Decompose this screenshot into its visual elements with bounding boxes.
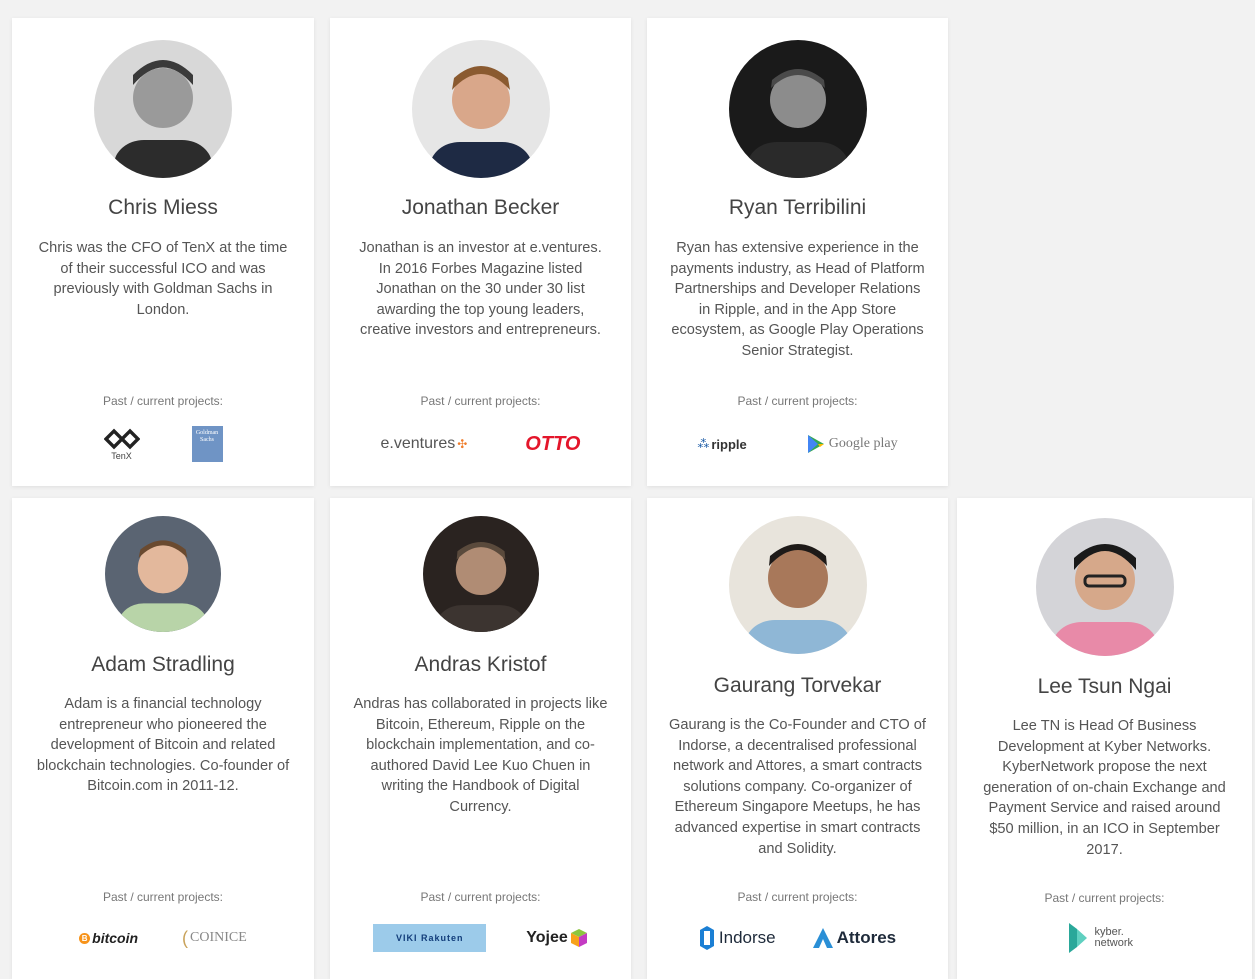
- yojee-logo-icon[interactable]: Yojee: [526, 928, 588, 948]
- team-card-gaurang-torvekar: Gaurang Torvekar Gaurang is the Co-Found…: [647, 498, 948, 979]
- member-bio: Andras has collaborated in projects like…: [353, 696, 608, 815]
- yojee-logo-label: Yojee: [526, 929, 568, 946]
- member-name: Andras Kristof: [414, 653, 547, 676]
- goldman-sachs-logo-label: Goldman Sachs: [191, 426, 223, 462]
- projects-label: Past / current projects:: [102, 394, 224, 408]
- member-bio: Gaurang is the Co-Founder and CTO of Ind…: [669, 717, 926, 857]
- team-card-chris-miess: Chris Miess Chris was the CFO of TenX at…: [12, 18, 314, 486]
- member-name: Jonathan Becker: [401, 196, 560, 219]
- team-card-adam-stradling: Adam Stradling Adam is a financial techn…: [12, 498, 314, 979]
- bitcoin-logo-label: bitcoin: [92, 930, 139, 946]
- member-name: Gaurang Torvekar: [713, 674, 882, 697]
- bitcoin-coin-icon: B: [79, 932, 91, 944]
- projects-label: Past / current projects:: [1044, 891, 1165, 905]
- coinice-logo-icon[interactable]: ( COINICE: [182, 928, 247, 949]
- indorse-shield-icon: [699, 926, 714, 950]
- member-name: Lee Tsun Ngai: [1037, 675, 1172, 698]
- ripple-logo-icon[interactable]: ⁂ ripple: [697, 437, 746, 452]
- viki-logo-label: VIKI Rakuten: [373, 924, 487, 952]
- team-card-andras-kristof: Andras Kristof Andras has collaborated i…: [330, 498, 631, 979]
- team-card-ryan-terribilini: Ryan Terribilini Ryan has extensive expe…: [647, 18, 948, 486]
- member-bio: Lee TN is Head Of Business Development a…: [983, 718, 1226, 858]
- member-name: Adam Stradling: [91, 653, 235, 676]
- avatar: [422, 516, 539, 632]
- projects-label: Past / current projects:: [420, 394, 541, 408]
- tenx-logo-label: TenX: [111, 451, 132, 461]
- attores-mark-icon: [812, 928, 833, 948]
- project-logos: VIKI Rakuten Yojee: [330, 916, 631, 960]
- coinice-mark-icon: (: [182, 927, 189, 948]
- indorse-logo-icon[interactable]: Indorse: [699, 925, 776, 951]
- eventures-dots-icon: ✣: [457, 437, 468, 451]
- member-bio: Ryan has extensive experience in the pay…: [670, 240, 925, 359]
- google-play-logo-label: Google play: [828, 436, 898, 451]
- project-logos: e.ventures ✣ OTTO: [330, 422, 631, 466]
- eventures-logo-label: e.ventures: [380, 435, 456, 452]
- attores-logo-icon[interactable]: Attores: [812, 927, 897, 949]
- indorse-logo-label: Indorse: [718, 928, 776, 947]
- member-bio: Jonathan is an investor at e.ventures. I…: [359, 240, 602, 339]
- projects-label: Past / current projects:: [102, 890, 224, 904]
- bitcoin-logo-icon[interactable]: B bitcoin: [79, 930, 138, 946]
- member-bio: Adam is a financial technology entrepren…: [36, 696, 290, 795]
- project-logos: kyber. network: [957, 916, 1252, 960]
- viki-logo-icon[interactable]: VIKI Rakuten: [373, 924, 487, 952]
- yojee-cube-icon: [570, 929, 587, 947]
- projects-label: Past / current projects:: [420, 890, 541, 904]
- attores-logo-label: Attores: [836, 928, 897, 947]
- avatar: [411, 40, 550, 178]
- projects-label: Past / current projects:: [737, 890, 858, 904]
- ripple-mark-icon: ⁂: [697, 437, 710, 451]
- otto-logo-label: OTTO: [525, 432, 581, 455]
- kyber-network-logo-label: kyber. network: [1094, 926, 1134, 949]
- ripple-logo-label: ripple: [711, 436, 747, 452]
- team-card-lee-tsun-ngai: Lee Tsun Ngai Lee TN is Head Of Business…: [957, 498, 1252, 979]
- coinice-logo-label: COINICE: [190, 930, 247, 945]
- avatar: [728, 516, 867, 654]
- team-card-jonathan-becker: Jonathan Becker Jonathan is an investor …: [330, 18, 631, 486]
- play-triangle-icon: [807, 435, 824, 453]
- kyber-mark-icon: [1068, 923, 1087, 953]
- member-bio: Chris was the CFO of TenX at the time of…: [38, 240, 288, 318]
- otto-logo-icon[interactable]: OTTO: [525, 433, 580, 456]
- avatar: [728, 40, 867, 178]
- project-logos: B bitcoin ( COINICE: [12, 916, 314, 960]
- goldman-sachs-logo-icon[interactable]: Goldman Sachs: [191, 426, 223, 462]
- kyber-network-logo-icon[interactable]: kyber. network: [1067, 921, 1143, 955]
- tenx-logo-icon[interactable]: TenX: [103, 427, 140, 461]
- member-name: Ryan Terribilini: [728, 196, 867, 219]
- google-play-logo-icon[interactable]: Google play: [807, 434, 898, 454]
- avatar: [94, 40, 232, 178]
- avatar: [1035, 518, 1174, 656]
- avatar: [105, 516, 221, 632]
- project-logos: ⁂ ripple Google play: [647, 422, 948, 466]
- project-logos: TenX Goldman Sachs: [12, 422, 314, 466]
- eventures-logo-icon[interactable]: e.ventures ✣: [381, 435, 468, 453]
- member-name: Chris Miess: [108, 196, 218, 219]
- project-logos: Indorse Attores: [647, 916, 948, 960]
- projects-label: Past / current projects:: [737, 394, 858, 408]
